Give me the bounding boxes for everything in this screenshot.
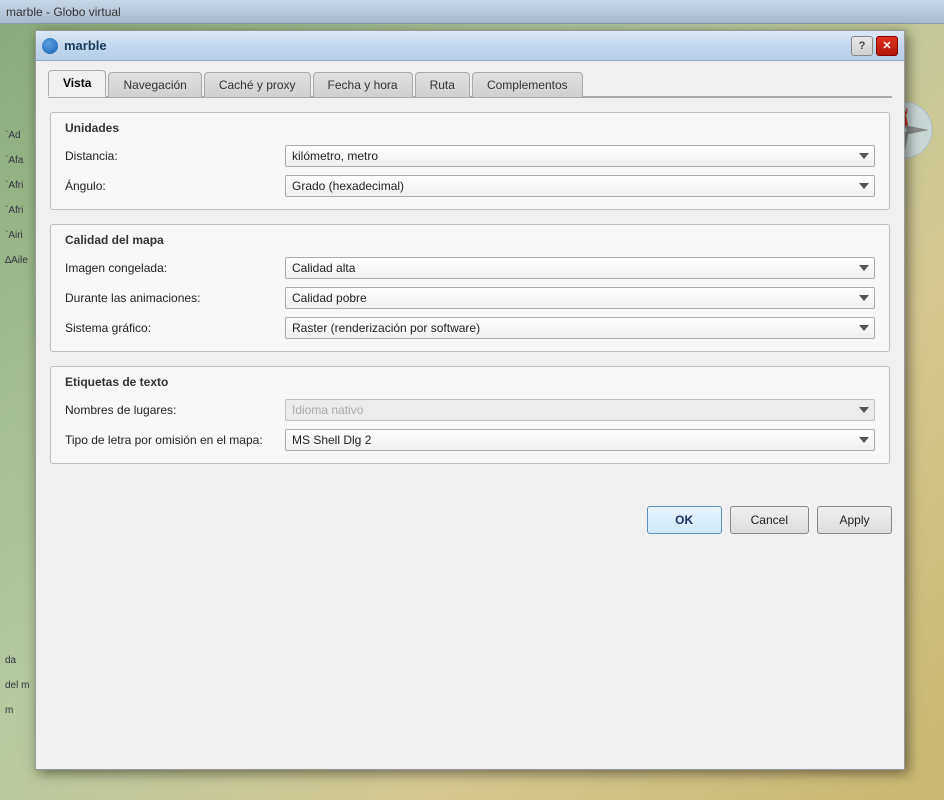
select-wrapper-tipo-letra: MS Shell Dlg 2 Arial Times New Roman Seg…	[285, 429, 875, 451]
control-distancia: kilómetro, metro milla, pie metro kilóme…	[285, 145, 875, 167]
select-sistema-grafico[interactable]: Raster (renderización por software) Open…	[285, 317, 875, 339]
control-angulo: Grado (hexadecimal) Grado (decimal) Radi…	[285, 175, 875, 197]
dialog-main-content: Vista Navegación Caché y proxy Fecha y h…	[36, 61, 904, 494]
select-distancia[interactable]: kilómetro, metro milla, pie metro kilóme…	[285, 145, 875, 167]
form-row-angulo: Ángulo: Grado (hexadecimal) Grado (decim…	[65, 175, 875, 197]
label-nombres-lugares: Nombres de lugares:	[65, 403, 285, 417]
select-nombres-lugares[interactable]: Idioma nativo Inglés Español	[285, 399, 875, 421]
section-etiquetas: Etiquetas de texto Nombres de lugares: I…	[50, 366, 890, 464]
label-tipo-letra: Tipo de letra por omisión en el mapa:	[65, 433, 285, 447]
section-calidad-label: Calidad del mapa	[65, 233, 875, 247]
window-title: marble - Globo virtual	[6, 5, 121, 19]
section-unidades-label: Unidades	[65, 121, 875, 135]
dialog-app-icon	[42, 38, 58, 54]
form-row-tipo-letra: Tipo de letra por omisión en el mapa: MS…	[65, 429, 875, 451]
close-button[interactable]: ✕	[876, 36, 898, 56]
dialog-title: marble	[64, 38, 107, 53]
window-titlebar: marble - Globo virtual	[0, 0, 944, 24]
select-tipo-letra[interactable]: MS Shell Dlg 2 Arial Times New Roman Seg…	[285, 429, 875, 451]
control-sistema-grafico: Raster (renderización por software) Open…	[285, 317, 875, 339]
form-row-animaciones: Durante las animaciones: Calidad pobre C…	[65, 287, 875, 309]
form-row-sistema-grafico: Sistema gráfico: Raster (renderización p…	[65, 317, 875, 339]
control-tipo-letra: MS Shell Dlg 2 Arial Times New Roman Seg…	[285, 429, 875, 451]
control-animaciones: Calidad pobre Calidad media Calidad alta	[285, 287, 875, 309]
tab-navegacion[interactable]: Navegación	[108, 72, 201, 97]
select-animaciones[interactable]: Calidad pobre Calidad media Calidad alta	[285, 287, 875, 309]
select-wrapper-distancia: kilómetro, metro milla, pie metro kilóme…	[285, 145, 875, 167]
select-wrapper-animaciones: Calidad pobre Calidad media Calidad alta	[285, 287, 875, 309]
settings-dialog: marble ? ✕ Vista Navegación Caché y prox…	[35, 30, 905, 770]
tab-content-vista: Unidades Distancia: kilómetro, metro mil…	[48, 108, 892, 482]
section-calidad-mapa: Calidad del mapa Imagen congelada: Calid…	[50, 224, 890, 352]
control-imagen-congelada: Calidad alta Calidad media Calidad baja	[285, 257, 875, 279]
control-nombres-lugares: Idioma nativo Inglés Español	[285, 399, 875, 421]
tab-complementos[interactable]: Complementos	[472, 72, 583, 97]
select-wrapper-imagen: Calidad alta Calidad media Calidad baja	[285, 257, 875, 279]
apply-button[interactable]: Apply	[817, 506, 892, 534]
form-row-imagen-congelada: Imagen congelada: Calidad alta Calidad m…	[65, 257, 875, 279]
ok-button[interactable]: OK	[647, 506, 722, 534]
select-wrapper-sistema: Raster (renderización por software) Open…	[285, 317, 875, 339]
label-imagen-congelada: Imagen congelada:	[65, 261, 285, 275]
dialog-buttons-bar: OK Cancel Apply	[36, 494, 904, 546]
tabs-bar: Vista Navegación Caché y proxy Fecha y h…	[48, 69, 892, 98]
section-unidades: Unidades Distancia: kilómetro, metro mil…	[50, 112, 890, 210]
select-angulo[interactable]: Grado (hexadecimal) Grado (decimal) Radi…	[285, 175, 875, 197]
select-wrapper-angulo: Grado (hexadecimal) Grado (decimal) Radi…	[285, 175, 875, 197]
tab-cache-proxy[interactable]: Caché y proxy	[204, 72, 311, 97]
select-wrapper-nombres: Idioma nativo Inglés Español	[285, 399, 875, 421]
label-animaciones: Durante las animaciones:	[65, 291, 285, 305]
dialog-titlebar-buttons: ? ✕	[851, 36, 898, 56]
tab-fecha-hora[interactable]: Fecha y hora	[313, 72, 413, 97]
tab-vista[interactable]: Vista	[48, 70, 106, 97]
section-etiquetas-label: Etiquetas de texto	[65, 375, 875, 389]
dialog-titlebar-left: marble	[42, 38, 107, 54]
help-button[interactable]: ?	[851, 36, 873, 56]
tab-ruta[interactable]: Ruta	[415, 72, 470, 97]
label-sistema-grafico: Sistema gráfico:	[65, 321, 285, 335]
label-angulo: Ángulo:	[65, 179, 285, 193]
select-imagen-congelada[interactable]: Calidad alta Calidad media Calidad baja	[285, 257, 875, 279]
form-row-nombres-lugares: Nombres de lugares: Idioma nativo Inglés…	[65, 399, 875, 421]
form-row-distancia: Distancia: kilómetro, metro milla, pie m…	[65, 145, 875, 167]
label-distancia: Distancia:	[65, 149, 285, 163]
dialog-titlebar: marble ? ✕	[36, 31, 904, 61]
cancel-button[interactable]: Cancel	[730, 506, 809, 534]
